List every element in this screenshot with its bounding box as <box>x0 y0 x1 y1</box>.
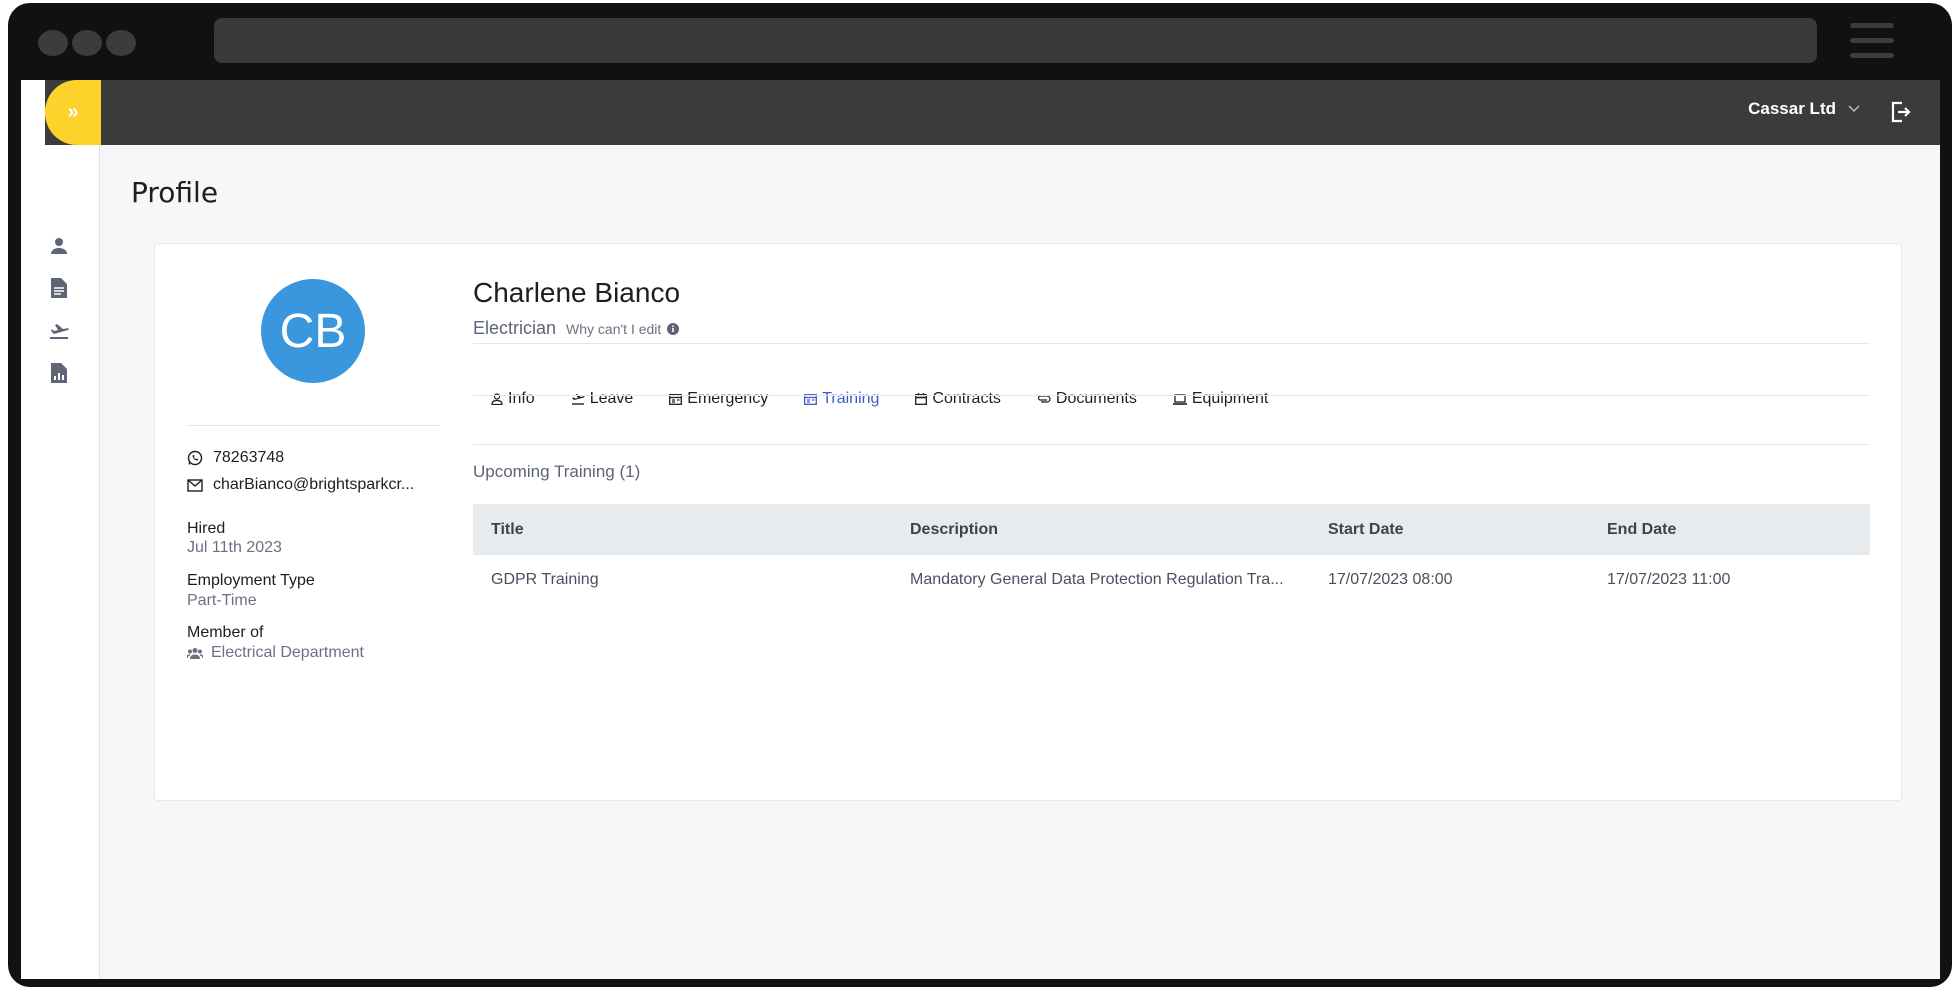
phone-row: 78263748 <box>187 449 284 467</box>
column-header-start-date[interactable]: Start Date <box>1310 521 1589 539</box>
window-dot-icon <box>38 30 68 56</box>
hired-value: Jul 11th 2023 <box>187 539 282 556</box>
mail-icon <box>187 478 203 492</box>
top-bar: » Cassar Ltd <box>21 80 1940 145</box>
table-header: Title Description Start Date End Date <box>473 504 1870 555</box>
section-title: Upcoming Training (1) <box>473 462 641 481</box>
airplane-takeoff-icon <box>50 324 69 339</box>
avatar: CB <box>261 279 365 383</box>
hamburger-menu-icon[interactable] <box>1850 23 1894 59</box>
tab-emergency[interactable]: Emergency <box>669 390 768 408</box>
email-row: charBianco@brightsparkcr... <box>187 476 414 494</box>
page-title: Profile <box>131 176 219 209</box>
report-icon <box>51 363 67 383</box>
cell-end-date: 17/07/2023 11:00 <box>1607 571 1731 588</box>
cell-title: GDPR Training <box>491 571 599 588</box>
phone-number[interactable]: 78263748 <box>213 449 284 467</box>
cell-start-date: 17/07/2023 08:00 <box>1328 571 1453 588</box>
sidebar-item-reports[interactable] <box>47 361 71 385</box>
group-icon <box>187 648 203 659</box>
why-cant-edit-link[interactable]: Why can't I edit <box>566 321 680 337</box>
sidebar-item-documents[interactable] <box>47 276 71 300</box>
logout-icon[interactable] <box>1888 100 1912 124</box>
person-icon <box>51 238 67 254</box>
member-of-label: Member of <box>187 624 264 641</box>
sidebar-toggle-button[interactable]: » <box>45 80 101 145</box>
address-bar[interactable] <box>214 18 1817 63</box>
training-table: Title Description Start Date End Date GD… <box>473 504 1870 605</box>
whatsapp-icon <box>187 450 203 466</box>
double-chevron-right-icon: » <box>67 101 79 123</box>
app-screen: » Cassar Ltd Profile CB 78263748 charBia… <box>21 80 1940 979</box>
document-icon <box>51 278 67 298</box>
divider <box>187 425 440 426</box>
cell-description: Mandatory General Data Protection Regula… <box>910 571 1284 588</box>
column-header-title[interactable]: Title <box>473 521 892 539</box>
email-address[interactable]: charBianco@brightsparkcr... <box>213 476 414 494</box>
member-of-value: Electrical Department <box>187 644 364 662</box>
hired-label: Hired <box>187 520 226 537</box>
company-name: Cassar Ltd <box>1748 99 1836 118</box>
employee-name: Charlene Bianco <box>473 277 681 308</box>
tab-training[interactable]: Training <box>804 390 879 408</box>
job-title: Electrician <box>473 318 557 338</box>
sidebar-item-profile[interactable] <box>47 234 71 258</box>
profile-card: CB 78263748 charBianco@brightsparkcr... … <box>154 243 1902 801</box>
sidebar-item-leave[interactable] <box>47 319 71 343</box>
chevron-down-icon <box>1848 105 1860 113</box>
tab-documents[interactable]: Documents <box>1037 390 1137 408</box>
employment-type-label: Employment Type <box>187 572 315 589</box>
tab-equipment[interactable]: Equipment <box>1172 390 1268 408</box>
tab-leave[interactable]: Leave <box>571 390 633 408</box>
window-dot-icon <box>72 30 102 56</box>
device-frame: » Cassar Ltd Profile CB 78263748 charBia… <box>8 3 1952 987</box>
info-icon <box>667 323 680 335</box>
window-dot-icon <box>106 30 136 56</box>
divider <box>473 343 1870 344</box>
divider <box>473 395 1870 396</box>
divider <box>473 444 1870 445</box>
tab-info[interactable]: Info <box>491 390 535 408</box>
role-row: Electrician Why can't I edit <box>473 318 680 339</box>
department-name: Electrical Department <box>211 644 364 661</box>
table-row[interactable]: GDPR Training Mandatory General Data Pro… <box>473 555 1870 605</box>
company-switcher[interactable]: Cassar Ltd <box>1748 99 1860 119</box>
tab-contracts[interactable]: Contracts <box>915 390 1001 408</box>
employment-type-value: Part-Time <box>187 592 257 609</box>
column-header-description[interactable]: Description <box>892 521 1310 539</box>
profile-tabs: Info Leave Emergency Training Contracts <box>491 390 1268 408</box>
sidebar <box>21 145 100 979</box>
column-header-end-date[interactable]: End Date <box>1589 521 1870 539</box>
